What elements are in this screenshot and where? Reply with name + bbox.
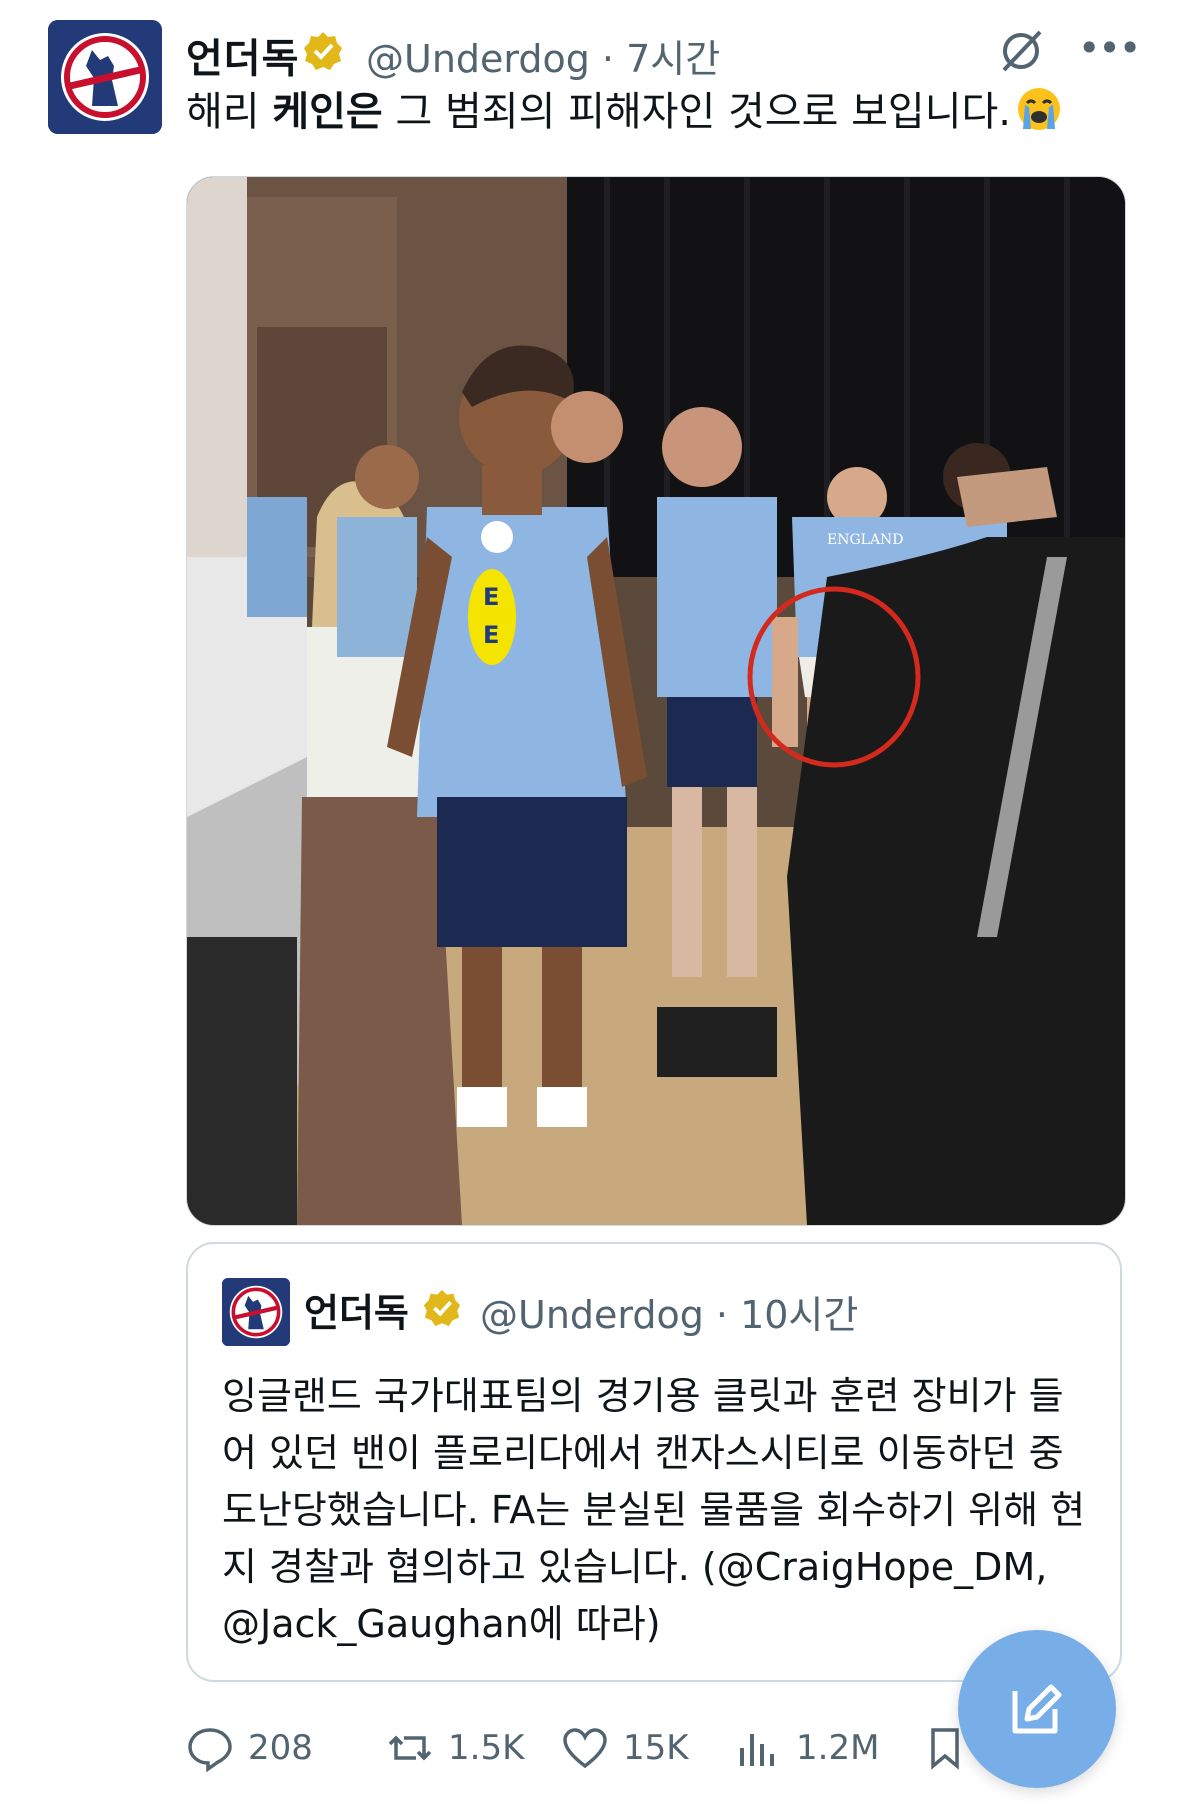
quoted-author-name[interactable]: 언더독 <box>304 1282 409 1337</box>
views-icon <box>740 1734 774 1766</box>
verified-badge-icon <box>422 1288 462 1328</box>
author-avatar[interactable] <box>48 20 162 134</box>
reply-button[interactable]: 208 <box>186 1718 313 1778</box>
compose-icon <box>1012 1684 1062 1734</box>
tweet-text-part1: 해리 <box>186 89 273 135</box>
tweet-text-bold: 케인은 <box>272 89 383 135</box>
more-icon[interactable]: ••• <box>1078 28 1141 68</box>
verified-badge-icon <box>302 30 344 72</box>
author-handle-time[interactable]: @Underdog · 7시간 <box>366 28 720 83</box>
like-button[interactable]: 15K <box>561 1718 689 1778</box>
tweet-photo[interactable]: E E ENGLAND <box>186 176 1126 1226</box>
quoted-handle-time[interactable]: @Underdog · 10시간 <box>480 1284 858 1339</box>
action-bar: 208 1.5K 15K 1.2M <box>186 1718 1086 1778</box>
tweet-header: 언더독 @Underdog · 7시간 ••• <box>186 20 1156 83</box>
repost-button[interactable]: 1.5K <box>386 1718 524 1778</box>
compose-button[interactable] <box>958 1630 1116 1788</box>
quoted-tweet[interactable]: 언더독 @Underdog · 10시간 잉글랜드 국가대표팀의 경기용 클릿과… <box>186 1242 1122 1682</box>
reply-icon <box>188 1728 232 1772</box>
tweet-text-part2: 그 범죄의 피해자인 것으로 보입니다. <box>382 89 1012 135</box>
quoted-author-avatar[interactable] <box>222 1278 290 1346</box>
author-name[interactable]: 언더독 <box>186 26 299 84</box>
like-count: 15K <box>623 1728 689 1768</box>
crying-face-icon <box>1015 85 1063 133</box>
quoted-tweet-text: 잉글랜드 국가대표팀의 경기용 클릿과 훈련 장비가 들어 있던 밴이 플로리다… <box>222 1374 1086 1646</box>
views-button[interactable]: 1.2M <box>734 1718 879 1778</box>
views-count: 1.2M <box>796 1728 880 1768</box>
like-icon <box>563 1728 607 1769</box>
reply-count: 208 <box>248 1728 313 1768</box>
grok-icon[interactable] <box>996 26 1046 76</box>
repost-icon <box>388 1735 432 1761</box>
jersey-text: ENGLAND <box>827 532 904 548</box>
tweet-text: 해리 케인은 그 범죄의 피해자인 것으로 보입니다. <box>186 84 1063 140</box>
sponsor-label: E <box>483 583 499 611</box>
repost-count: 1.5K <box>448 1728 525 1768</box>
svg-text:E: E <box>483 621 499 649</box>
